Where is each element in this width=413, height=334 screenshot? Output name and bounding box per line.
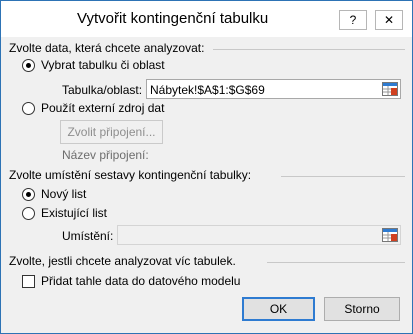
radio-new-sheet[interactable]	[22, 188, 35, 201]
range-select-icon[interactable]	[382, 82, 398, 96]
ok-button[interactable]: OK	[242, 297, 315, 321]
table-range-field[interactable]: Nábytek!$A$1:$G$69	[146, 79, 401, 99]
separator	[213, 49, 405, 50]
separator	[267, 262, 405, 263]
section-model-heading: Zvolte, jestli chcete analyzovat víc tab…	[9, 254, 236, 268]
radio-existing-sheet-label[interactable]: Existující list	[41, 206, 107, 220]
connection-name-label: Název připojení:	[62, 148, 149, 162]
radio-external-source-label[interactable]: Použít externí zdroj dat	[41, 101, 164, 115]
table-range-label: Tabulka/oblast:	[62, 83, 143, 97]
separator	[281, 176, 405, 177]
title-bar: Vytvořit kontingenční tabulku ? ✕	[1, 1, 412, 37]
table-range-value[interactable]: Nábytek!$A$1:$G$69	[150, 83, 265, 97]
pivot-table-dialog: Vytvořit kontingenční tabulku ? ✕ Zvolte…	[0, 0, 413, 334]
dialog-title: Vytvořit kontingenční tabulku	[77, 10, 269, 27]
close-icon: ✕	[383, 13, 395, 27]
section-data-heading: Zvolte data, která chcete analyzovat:	[9, 41, 205, 55]
radio-select-table[interactable]	[22, 59, 35, 72]
choose-connection-button[interactable]: Zvolit připojení...	[60, 120, 163, 144]
cancel-button[interactable]: Storno	[324, 297, 400, 321]
location-label: Umístění:	[62, 229, 114, 243]
section-location-heading: Zvolte umístění sestavy kontingenční tab…	[9, 168, 252, 182]
data-model-checkbox-label[interactable]: Přidat tahle data do datového modelu	[41, 274, 240, 288]
location-field[interactable]	[117, 225, 401, 245]
range-select-icon[interactable]	[382, 228, 398, 242]
radio-new-sheet-label[interactable]: Nový list	[41, 187, 86, 201]
data-model-checkbox[interactable]	[22, 275, 35, 288]
radio-select-table-label[interactable]: Vybrat tabulku či oblast	[41, 58, 165, 72]
radio-external-source[interactable]	[22, 102, 35, 115]
radio-existing-sheet[interactable]	[22, 207, 35, 220]
help-button[interactable]: ?	[339, 10, 367, 30]
close-button[interactable]: ✕	[375, 10, 403, 30]
